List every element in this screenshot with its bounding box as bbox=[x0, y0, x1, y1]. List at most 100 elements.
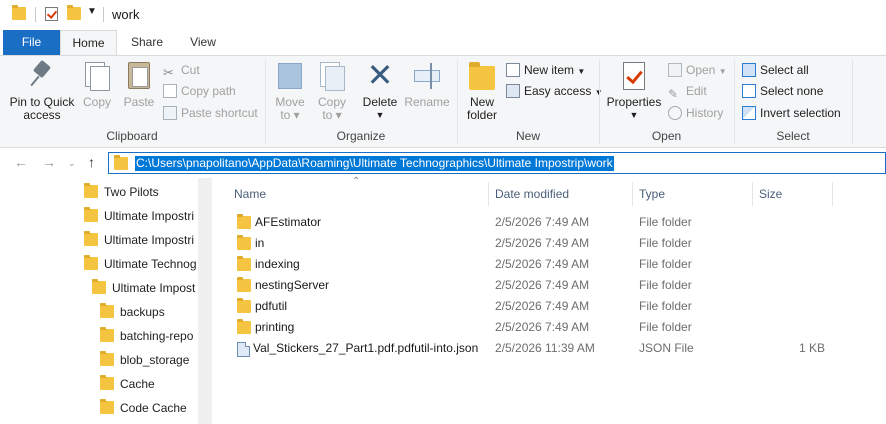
folder-icon bbox=[237, 235, 251, 250]
open-group-label: Open bbox=[651, 129, 682, 143]
customize-toolbar-icon[interactable]: ▼ bbox=[87, 6, 97, 17]
nav-item-two-pilots[interactable]: Two Pilots bbox=[84, 180, 198, 204]
copy-to-label2: to ▾ bbox=[322, 108, 342, 122]
folder-icon[interactable] bbox=[12, 5, 26, 20]
organize-group-label: Organize bbox=[336, 129, 386, 143]
folder-icon bbox=[92, 278, 106, 300]
open-icon bbox=[668, 63, 682, 77]
file-name: in bbox=[255, 236, 265, 250]
nav-item-ultimate-impostrip-1[interactable]: Ultimate Impostri bbox=[84, 204, 198, 228]
invert-selection-button[interactable]: Invert selection bbox=[742, 103, 841, 123]
rename-label: Rename bbox=[404, 95, 450, 109]
nav-item-ultimate-impostrip-2[interactable]: Ultimate Impostri bbox=[84, 228, 198, 252]
history-button[interactable]: History bbox=[668, 103, 723, 123]
delete-button[interactable]: ✕ Delete ▼ bbox=[362, 59, 398, 122]
file-date: 2/5/2026 7:49 AM bbox=[495, 299, 590, 313]
pin-label-line2: access bbox=[23, 108, 61, 122]
tab-file[interactable]: File bbox=[3, 30, 60, 55]
cut-button[interactable]: ✂ Cut bbox=[163, 60, 200, 80]
up-arrow-icon[interactable]: ↑ bbox=[88, 154, 95, 170]
copy-path-button[interactable]: Copy path bbox=[163, 81, 236, 101]
edit-button[interactable]: ✎ Edit bbox=[668, 81, 707, 101]
tab-view[interactable]: View bbox=[177, 30, 229, 55]
rename-button[interactable]: Rename bbox=[404, 60, 450, 109]
column-header-name[interactable]: Name bbox=[234, 178, 266, 208]
open-label: Open bbox=[686, 63, 716, 77]
folder-icon bbox=[100, 398, 114, 420]
file-row[interactable]: in 2/5/2026 7:49 AM File folder bbox=[212, 233, 886, 254]
pin-to-quick-access-button[interactable]: Pin to Quick access bbox=[6, 60, 78, 122]
invert-selection-label: Invert selection bbox=[760, 106, 841, 120]
file-type: File folder bbox=[639, 257, 692, 271]
tab-home[interactable]: Home bbox=[60, 30, 117, 56]
folder-icon bbox=[237, 277, 251, 292]
paste-shortcut-button[interactable]: Paste shortcut bbox=[163, 103, 258, 123]
recent-locations-icon[interactable]: ⌄ bbox=[68, 158, 76, 169]
nav-item-backups[interactable]: backups bbox=[100, 300, 198, 324]
clipboard-icon bbox=[124, 60, 154, 92]
open-button[interactable]: Open ▼ bbox=[668, 60, 727, 80]
nav-item-code-cache[interactable]: Code Cache bbox=[100, 396, 198, 420]
easy-access-icon bbox=[506, 84, 520, 98]
select-all-icon bbox=[742, 63, 756, 77]
file-row[interactable]: pdfutil 2/5/2026 7:49 AM File folder bbox=[212, 296, 886, 317]
json-file-icon bbox=[237, 342, 250, 357]
nav-item-blob-storage[interactable]: blob_storage bbox=[100, 348, 198, 372]
column-header-type[interactable]: Type bbox=[639, 178, 665, 208]
open-dropdown-icon: ▼ bbox=[718, 67, 727, 76]
new-group: New folder New item ▼ Easy access ▼ New bbox=[458, 56, 603, 148]
easy-access-button[interactable]: Easy access ▼ bbox=[506, 81, 603, 101]
copy-button[interactable]: Copy bbox=[80, 60, 114, 109]
history-icon bbox=[668, 106, 682, 120]
column-separator[interactable] bbox=[488, 182, 489, 206]
file-row[interactable]: Val_Stickers_27_Part1.pdf.pdfutil-into.j… bbox=[212, 338, 886, 359]
new-folder-button[interactable]: New folder bbox=[462, 60, 502, 122]
file-row[interactable]: nestingServer 2/5/2026 7:49 AM File fold… bbox=[212, 275, 886, 296]
file-row[interactable]: printing 2/5/2026 7:49 AM File folder bbox=[212, 317, 886, 338]
properties-quick-icon[interactable] bbox=[45, 7, 58, 21]
nav-item-batching-repo[interactable]: batching-repo bbox=[100, 324, 198, 348]
column-separator[interactable] bbox=[832, 182, 833, 206]
select-all-button[interactable]: Select all bbox=[742, 60, 809, 80]
new-folder-icon bbox=[467, 60, 497, 92]
select-none-icon bbox=[742, 84, 756, 98]
folder-icon bbox=[100, 374, 114, 396]
file-name: AFEstimator bbox=[255, 215, 322, 229]
tab-share[interactable]: Share bbox=[121, 30, 173, 55]
organize-group: Move to ▾ Copy to ▾ ✕ Delete ▼ Rename Or… bbox=[266, 56, 456, 148]
move-to-button[interactable]: Move to ▾ bbox=[272, 60, 308, 122]
address-bar[interactable]: C:\Users\pnapolitano\AppData\Roaming\Ult… bbox=[108, 152, 886, 174]
nav-item-ultimate-technographics[interactable]: Ultimate Technog bbox=[84, 252, 198, 276]
copy-to-button[interactable]: Copy to ▾ bbox=[314, 60, 350, 122]
file-row[interactable]: AFEstimator 2/5/2026 7:49 AM File folder bbox=[212, 212, 886, 233]
select-none-button[interactable]: Select none bbox=[742, 81, 823, 101]
new-item-button[interactable]: New item ▼ bbox=[506, 60, 585, 80]
back-arrow-icon[interactable]: ← bbox=[14, 154, 28, 170]
new-group-label: New bbox=[515, 129, 540, 143]
sort-ascending-icon: ⌃ bbox=[352, 176, 361, 187]
column-separator[interactable] bbox=[752, 182, 753, 206]
clipboard-group-label: Clipboard bbox=[106, 129, 158, 143]
navigation-pane-scrollbar[interactable] bbox=[198, 178, 212, 424]
file-name: nestingServer bbox=[255, 278, 330, 292]
column-header-size[interactable]: Size bbox=[759, 178, 782, 208]
new-folder-quick-icon[interactable] bbox=[67, 5, 81, 20]
nav-item-ultimate-impostrip-3[interactable]: Ultimate Impost bbox=[92, 276, 198, 300]
edit-label: Edit bbox=[686, 84, 707, 98]
properties-label: Properties bbox=[606, 95, 662, 109]
properties-dropdown-icon: ▼ bbox=[629, 110, 639, 120]
navigation-pane: Two Pilots Ultimate Impostri Ultimate Im… bbox=[0, 178, 198, 424]
folder-icon bbox=[84, 206, 98, 228]
file-row[interactable]: indexing 2/5/2026 7:49 AM File folder bbox=[212, 254, 886, 275]
clipboard-group: Pin to Quick access Copy Paste ✂ Cut Copy… bbox=[0, 56, 264, 148]
forward-arrow-icon[interactable]: → bbox=[42, 154, 56, 170]
column-header-date-modified[interactable]: Date modified bbox=[495, 178, 569, 208]
folder-icon bbox=[84, 230, 98, 252]
address-path[interactable]: C:\Users\pnapolitano\AppData\Roaming\Ult… bbox=[135, 156, 614, 171]
paste-button[interactable]: Paste bbox=[120, 60, 158, 109]
column-separator[interactable] bbox=[632, 182, 633, 206]
select-all-label: Select all bbox=[760, 63, 809, 77]
properties-button[interactable]: Properties ▼ bbox=[606, 60, 662, 122]
move-to-label2: to ▾ bbox=[280, 108, 300, 122]
nav-item-cache[interactable]: Cache bbox=[100, 372, 198, 396]
